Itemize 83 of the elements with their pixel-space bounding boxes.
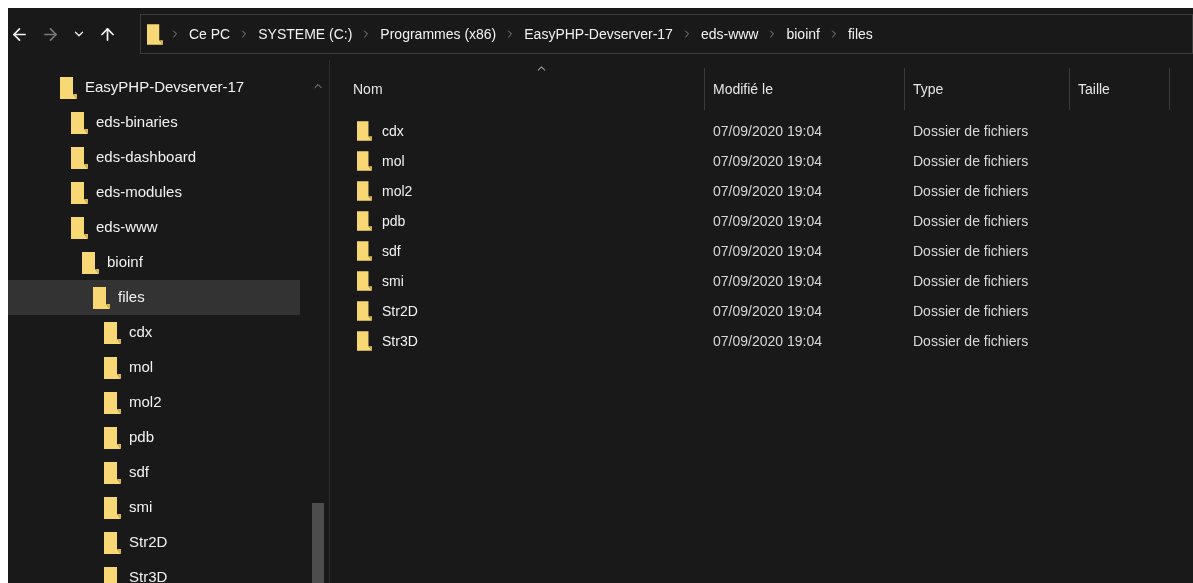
file-type: Dossier de fichiers <box>913 153 1029 169</box>
file-type: Dossier de fichiers <box>913 273 1029 289</box>
folder-icon <box>71 216 88 239</box>
tree-item[interactable]: EasyPHP-Devserver-17 <box>8 70 300 105</box>
tree-item[interactable]: eds-binaries <box>8 105 300 140</box>
file-row[interactable]: pdb 07/09/2020 19:04 Dossier de fichiers <box>345 206 1193 236</box>
file-name: smi <box>382 271 404 291</box>
tree-item[interactable]: Str2D <box>8 525 300 560</box>
tree-item[interactable]: eds-www <box>8 210 300 245</box>
folder-icon <box>357 211 372 231</box>
folder-icon <box>104 321 121 344</box>
folder-icon <box>357 181 372 201</box>
date-modified: 07/09/2020 19:04 <box>713 123 822 139</box>
folder-icon <box>71 111 88 134</box>
file-name: mol2 <box>382 181 413 201</box>
folder-icon <box>147 23 163 45</box>
tree-item[interactable]: sdf <box>8 455 300 490</box>
file-name: Str3D <box>382 331 418 351</box>
file-type: Dossier de fichiers <box>913 123 1029 139</box>
tree-item[interactable]: cdx <box>8 315 300 350</box>
file-type: Dossier de fichiers <box>913 183 1029 199</box>
tree-item[interactable]: files <box>8 280 300 315</box>
folder-icon <box>104 496 121 519</box>
file-name: pdb <box>382 211 406 231</box>
column-header[interactable]: Taille <box>1070 68 1170 110</box>
breadcrumb[interactable]: Ce PC <box>187 23 233 45</box>
folder-icon <box>357 271 372 291</box>
tree-item[interactable]: pdb <box>8 420 300 455</box>
breadcrumb[interactable]: Programmes (x86) <box>378 23 499 45</box>
date-modified: 07/09/2020 19:04 <box>713 243 822 259</box>
file-row[interactable]: Str3D 07/09/2020 19:04 Dossier de fichiers <box>345 326 1193 356</box>
folder-icon <box>71 146 88 169</box>
folder-icon <box>104 426 121 449</box>
date-modified: 07/09/2020 19:04 <box>713 333 822 349</box>
tree-item[interactable]: mol2 <box>8 385 300 420</box>
breadcrumb[interactable]: files <box>845 23 875 45</box>
date-modified: 07/09/2020 19:04 <box>713 153 822 169</box>
folder-icon <box>357 241 372 261</box>
date-modified: 07/09/2020 19:04 <box>713 273 822 289</box>
breadcrumb[interactable]: EasyPHP-Devserver-17 <box>522 23 675 45</box>
column-header[interactable]: Modifié le <box>705 68 905 110</box>
folder-icon <box>104 391 121 414</box>
address-bar[interactable]: Ce PC SYSTEME (C:) Programmes (x86) EasyPHP-Devserver-17 eds-www bioinf files <box>140 14 1193 54</box>
file-row[interactable]: mol2 07/09/2020 19:04 Dossier de fichiers <box>345 176 1193 206</box>
file-row[interactable]: sdf 07/09/2020 19:04 Dossier de fichiers <box>345 236 1193 266</box>
folder-icon <box>93 286 110 309</box>
column-header[interactable]: Type <box>905 68 1070 110</box>
folder-icon <box>357 151 372 171</box>
file-row[interactable]: mol 07/09/2020 19:04 Dossier de fichiers <box>345 146 1193 176</box>
file-name: mol <box>382 151 405 171</box>
tree-item[interactable]: eds-modules <box>8 175 300 210</box>
date-modified: 07/09/2020 19:04 <box>713 303 822 319</box>
breadcrumb[interactable]: bioinf <box>784 23 822 45</box>
folder-icon <box>357 121 372 141</box>
file-name: sdf <box>382 241 401 261</box>
tree-item[interactable]: mol <box>8 350 300 385</box>
file-row[interactable]: cdx 07/09/2020 19:04 Dossier de fichiers <box>345 116 1193 146</box>
file-type: Dossier de fichiers <box>913 243 1029 259</box>
file-name: Str2D <box>382 301 418 321</box>
file-row[interactable]: Str2D 07/09/2020 19:04 Dossier de fichiers <box>345 296 1193 326</box>
folder-icon <box>60 76 77 99</box>
folder-icon <box>104 531 121 554</box>
file-name: cdx <box>382 121 404 141</box>
date-modified: 07/09/2020 19:04 <box>713 183 822 199</box>
file-type: Dossier de fichiers <box>913 213 1029 229</box>
file-type: Dossier de fichiers <box>913 303 1029 319</box>
file-type: Dossier de fichiers <box>913 333 1029 349</box>
folder-icon <box>357 301 372 321</box>
date-modified: 07/09/2020 19:04 <box>713 213 822 229</box>
tree-item[interactable]: eds-dashboard <box>8 140 300 175</box>
tree-item[interactable]: bioinf <box>8 245 300 280</box>
breadcrumb[interactable]: SYSTEME (C:) <box>256 23 355 45</box>
folder-icon <box>104 461 121 484</box>
file-row[interactable]: smi 07/09/2020 19:04 Dossier de fichiers <box>345 266 1193 296</box>
column-header[interactable]: Nom <box>345 68 705 110</box>
folder-icon <box>82 251 99 274</box>
folder-icon <box>104 356 121 379</box>
tree-item[interactable]: Str3D <box>8 560 300 583</box>
folder-icon <box>71 181 88 204</box>
folder-icon <box>357 331 372 351</box>
breadcrumb[interactable]: eds-www <box>698 23 761 45</box>
scrollbar-thumb[interactable] <box>312 503 324 583</box>
tree-item[interactable]: smi <box>8 490 300 525</box>
